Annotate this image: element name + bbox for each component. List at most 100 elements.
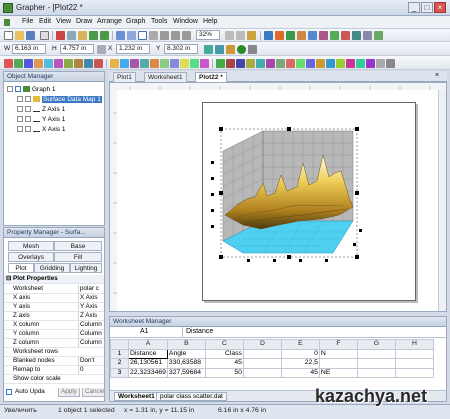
checkbox-icon[interactable]: [25, 116, 31, 123]
worksheet-grid[interactable]: A B C D E F G H 1 Distance Angle Class 0 N 2 26,130561 3…: [110, 339, 434, 378]
row-header[interactable]: 3: [110, 367, 129, 378]
align-icon[interactable]: [204, 45, 213, 54]
graph-tool-34-icon[interactable]: [346, 59, 355, 68]
menu-edit[interactable]: Edit: [39, 18, 51, 25]
worksheet-cell[interactable]: [242, 348, 282, 359]
tab-worksheet1[interactable]: Worksheet1: [144, 72, 187, 82]
property-row[interactable]: Worksheet polar c: [4, 285, 104, 294]
worksheet-cell[interactable]: [394, 348, 434, 359]
worksheet-cell[interactable]: 330,63588: [166, 358, 206, 369]
checkbox-icon[interactable]: [15, 86, 21, 93]
pause-icon[interactable]: [248, 45, 257, 54]
property-row[interactable]: X axis X Axis: [4, 294, 104, 303]
checkbox-icon[interactable]: [25, 96, 31, 103]
menu-view[interactable]: View: [56, 18, 71, 25]
zoom-in-icon[interactable]: [160, 31, 169, 40]
graph-tool-6-icon[interactable]: [54, 59, 63, 68]
legend-icon[interactable]: [352, 31, 361, 40]
worksheet-cell[interactable]: [356, 358, 396, 369]
property-row[interactable]: Y axis Y Axis: [4, 303, 104, 312]
ellipse-icon[interactable]: [308, 31, 317, 40]
play-icon[interactable]: [237, 45, 246, 54]
checkbox-icon[interactable]: [25, 126, 31, 133]
worksheet-cell[interactable]: [318, 358, 358, 369]
rectangle-icon[interactable]: [297, 31, 306, 40]
property-row[interactable]: Z axis Z Axis: [4, 312, 104, 321]
graph-tool-13-icon[interactable]: [130, 59, 139, 68]
corner-cell[interactable]: [110, 339, 129, 350]
graph-tool-22-icon[interactable]: [226, 59, 235, 68]
graph-tool-36-icon[interactable]: [366, 59, 375, 68]
tree-item-z-axis[interactable]: Z Axis 1: [17, 105, 65, 114]
worksheet-cell[interactable]: 22,5: [280, 358, 320, 369]
close-icon[interactable]: ×: [434, 2, 446, 13]
graph-tool-2-icon[interactable]: [14, 59, 23, 68]
reshape-icon[interactable]: [127, 31, 136, 40]
x-position-field[interactable]: 1.232 in: [116, 44, 150, 54]
graph-tool-35-icon[interactable]: [356, 59, 365, 68]
redo-icon[interactable]: [100, 31, 109, 40]
property-row[interactable]: Worksheet rows: [4, 348, 104, 357]
lock-aspect-icon[interactable]: [97, 45, 106, 54]
tab-gridding[interactable]: Gridding: [34, 263, 70, 273]
property-row[interactable]: Blanked nodes Don't: [4, 357, 104, 366]
worksheet-cell[interactable]: Class: [204, 348, 244, 359]
graph-tool-32-icon[interactable]: [326, 59, 335, 68]
text-icon[interactable]: [319, 31, 328, 40]
property-value[interactable]: Don't: [78, 357, 104, 365]
zoom-out-icon[interactable]: [171, 31, 180, 40]
menu-tools[interactable]: Tools: [151, 18, 167, 25]
graph-tool-21-icon[interactable]: [216, 59, 225, 68]
open-icon[interactable]: [15, 31, 24, 40]
curve-icon[interactable]: [275, 31, 284, 40]
zoom-rect-icon[interactable]: [182, 31, 191, 40]
graph-tool-16-icon[interactable]: [160, 59, 169, 68]
plot-properties-header[interactable]: ⊟ Plot Properties: [4, 275, 104, 284]
new-icon[interactable]: [4, 31, 13, 40]
sheet-tab-worksheet1[interactable]: Worksheet1: [114, 392, 159, 401]
symbol-icon[interactable]: [330, 31, 339, 40]
polygon-icon[interactable]: [286, 31, 295, 40]
graph-tool-8-icon[interactable]: [74, 59, 83, 68]
property-row[interactable]: Remap to 0: [4, 366, 104, 375]
expand-icon[interactable]: [17, 96, 23, 103]
column-header[interactable]: G: [356, 339, 396, 350]
tab-overlays[interactable]: Overlays: [8, 252, 54, 262]
graph-tool-29-icon[interactable]: [296, 59, 305, 68]
graph-tool-14-icon[interactable]: [140, 59, 149, 68]
y-position-field[interactable]: 8.302 in: [164, 44, 198, 54]
column-header[interactable]: A: [128, 339, 168, 350]
graph-tool-30-icon[interactable]: [306, 59, 315, 68]
graph-tool-17-icon[interactable]: [170, 59, 179, 68]
row-header[interactable]: 2: [110, 358, 129, 369]
tab-plot1[interactable]: Plot1: [113, 72, 136, 82]
graph-tool-5-icon[interactable]: [44, 59, 53, 68]
property-value[interactable]: Column: [78, 330, 104, 338]
column-header[interactable]: F: [318, 339, 358, 350]
close-doc-icon[interactable]: ×: [435, 72, 439, 79]
graph-tool-33-icon[interactable]: [336, 59, 345, 68]
menu-file[interactable]: File: [22, 18, 33, 25]
tree-item-graph[interactable]: Graph 1: [7, 85, 56, 94]
graph-tool-10-icon[interactable]: [94, 59, 103, 68]
worksheet-cell[interactable]: 327,59684: [166, 367, 206, 378]
row-header[interactable]: 1: [110, 348, 129, 359]
worksheet-cell[interactable]: 0: [280, 348, 320, 359]
tab-fill[interactable]: Fill: [54, 252, 102, 262]
worksheet-cell[interactable]: Angle: [166, 348, 206, 359]
menu-draw[interactable]: Draw: [76, 18, 92, 25]
menu-window[interactable]: Window: [173, 18, 198, 25]
expand-icon[interactable]: [7, 86, 13, 93]
property-row[interactable]: X column Column: [4, 321, 104, 330]
graph-tool-4-icon[interactable]: [34, 59, 43, 68]
property-value[interactable]: 0: [78, 366, 104, 374]
property-value[interactable]: Z Axis: [78, 312, 104, 320]
line-icon[interactable]: [264, 31, 273, 40]
width-field[interactable]: 6.163 in: [12, 44, 46, 54]
worksheet-cell[interactable]: [394, 358, 434, 369]
column-header[interactable]: H: [394, 339, 434, 350]
tree-item-x-axis[interactable]: X Axis 1: [17, 125, 65, 134]
property-value[interactable]: Y Axis: [78, 303, 104, 311]
worksheet-cell[interactable]: N: [318, 348, 358, 359]
worksheet-cell[interactable]: 22,3233469: [128, 367, 168, 378]
